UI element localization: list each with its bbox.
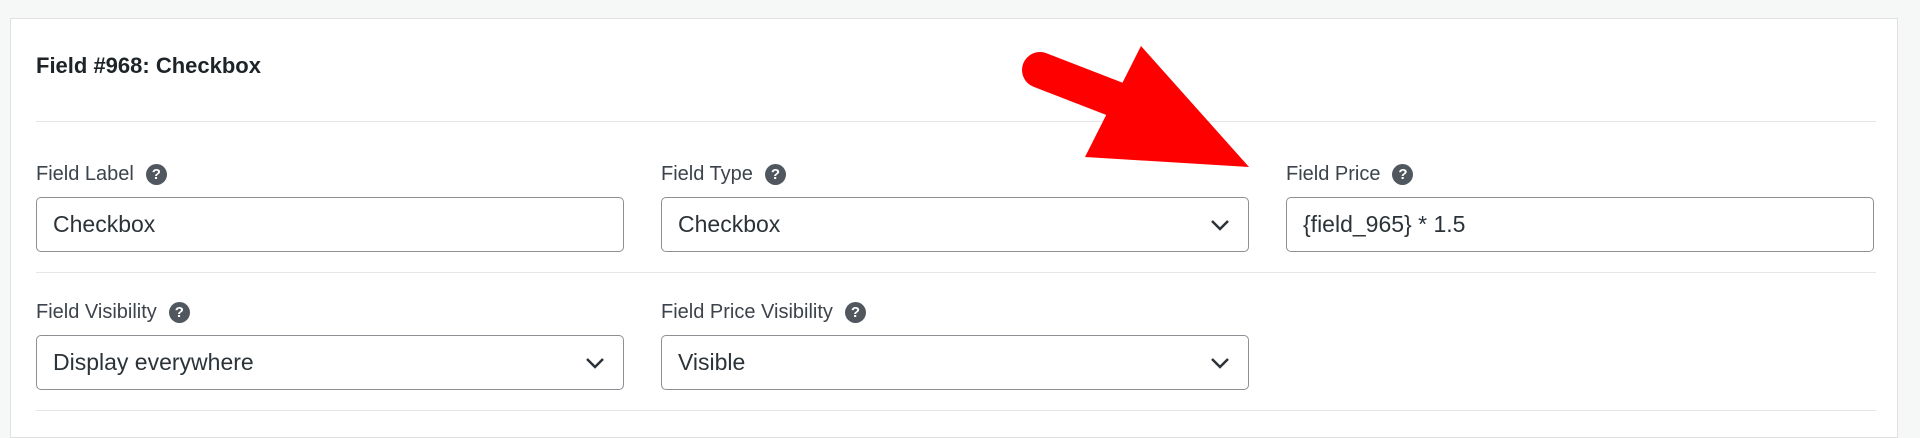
field-visibility-value: Display everywhere: [53, 349, 254, 375]
help-icon[interactable]: ?: [1392, 164, 1414, 185]
field-price-label: Field Price ?: [1286, 163, 1414, 186]
chevron-down-icon: [1211, 219, 1229, 231]
field-price-value: {field_965} * 1.5: [1303, 211, 1466, 237]
field-price-visibility-value: Visible: [678, 349, 746, 375]
field-price-text: Field Price: [1286, 163, 1381, 185]
field-type-value: Checkbox: [678, 211, 781, 237]
field-type-label: Field Type ?: [661, 163, 786, 186]
divider: [36, 272, 1876, 273]
divider: [36, 121, 1876, 122]
field-label-input[interactable]: Checkbox: [36, 197, 624, 252]
field-type-select[interactable]: Checkbox: [661, 197, 1249, 252]
field-settings-panel: Field #968: Checkbox Field Label ? Check…: [10, 18, 1898, 438]
field-price-visibility-text: Field Price Visibility: [661, 301, 833, 323]
field-visibility-select[interactable]: Display everywhere: [36, 335, 624, 390]
chevron-down-icon: [586, 357, 604, 369]
field-price-visibility-label: Field Price Visibility ?: [661, 301, 866, 324]
help-icon[interactable]: ?: [145, 164, 167, 185]
section-title: Field #968: Checkbox: [36, 53, 261, 78]
field-type-text: Field Type: [661, 163, 753, 185]
help-icon[interactable]: ?: [844, 302, 866, 323]
field-label-text: Field Label: [36, 163, 134, 185]
field-visibility-label: Field Visibility ?: [36, 301, 190, 324]
help-icon[interactable]: ?: [168, 302, 190, 323]
chevron-down-icon: [1211, 357, 1229, 369]
divider: [36, 410, 1876, 411]
field-visibility-text: Field Visibility: [36, 301, 157, 323]
help-icon[interactable]: ?: [764, 164, 786, 185]
field-label-label: Field Label ?: [36, 163, 167, 186]
field-price-input[interactable]: {field_965} * 1.5: [1286, 197, 1874, 252]
field-label-value: Checkbox: [53, 211, 156, 237]
field-price-visibility-select[interactable]: Visible: [661, 335, 1249, 390]
